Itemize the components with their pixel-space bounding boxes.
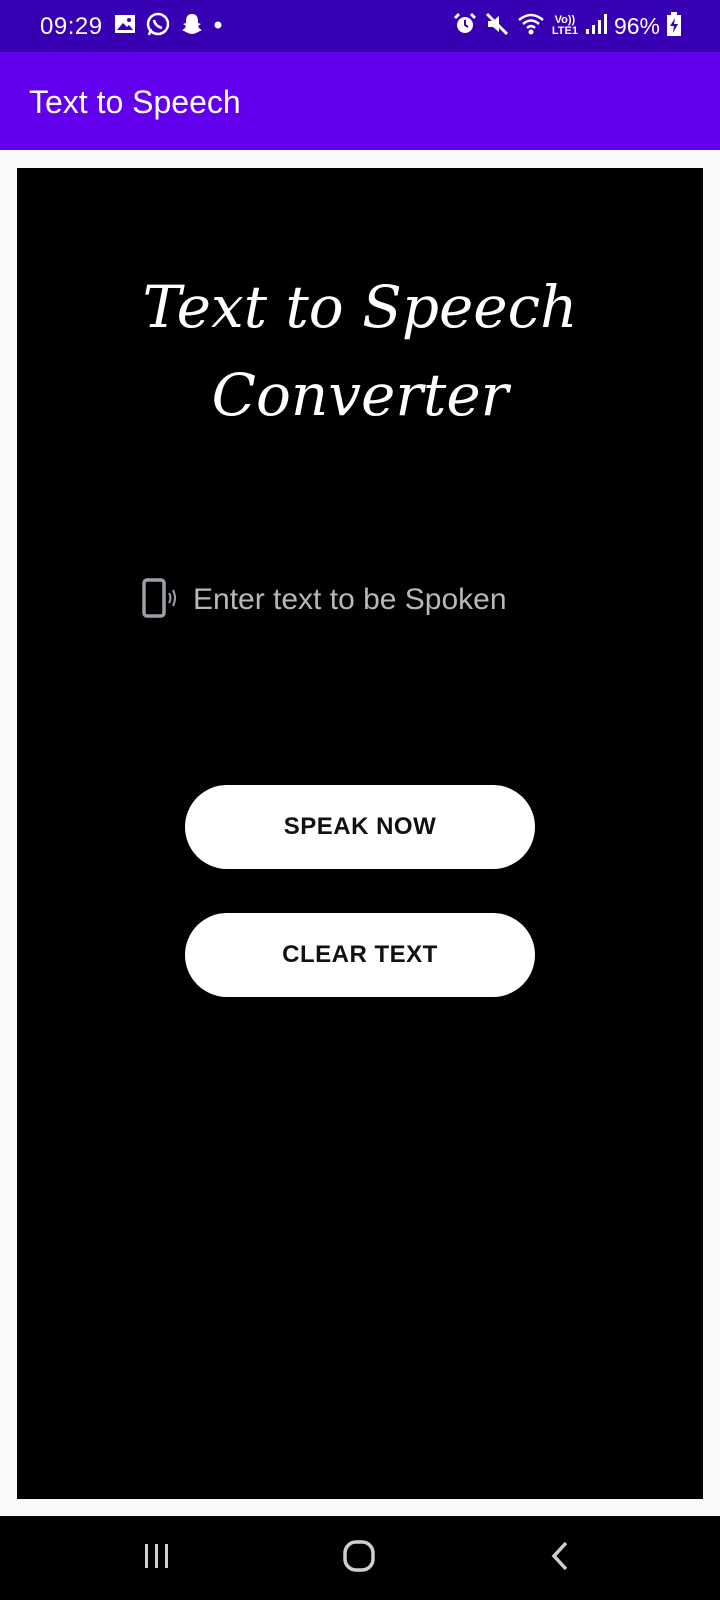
notification-icons (114, 12, 223, 40)
recents-icon (141, 1541, 173, 1576)
hero-title: Text to Speech Converter (17, 263, 703, 439)
home-button[interactable] (329, 1530, 389, 1586)
snapchat-icon (180, 12, 204, 41)
network-label: LTE1 (551, 25, 578, 37)
mute-icon (484, 11, 510, 42)
speak-now-button[interactable]: SPEAK NOW (185, 785, 535, 869)
main-panel: Text to Speech Converter SPEAK NOW CLEAR… (17, 168, 703, 1499)
signal-icon (584, 12, 608, 41)
phone-speaker-icon (141, 577, 181, 623)
volte-icon: Vo)) LTE1 (552, 15, 578, 37)
back-button[interactable] (530, 1530, 590, 1586)
back-icon (548, 1539, 572, 1578)
clear-text-button[interactable]: CLEAR TEXT (185, 913, 535, 997)
status-bar: 09:29 Vo)) LTE1 96% (0, 0, 720, 52)
wifi-icon (516, 11, 546, 42)
gallery-icon (114, 13, 136, 40)
battery-icon (666, 11, 682, 42)
battery-percent: 96% (613, 12, 660, 39)
text-input-row[interactable] (141, 577, 581, 623)
home-icon (342, 1539, 376, 1578)
system-icons: Vo)) LTE1 96% (452, 11, 682, 42)
text-to-speak-input[interactable] (193, 583, 581, 617)
recents-button[interactable] (127, 1530, 187, 1586)
whatsapp-icon (145, 11, 171, 42)
system-nav-bar (0, 1516, 720, 1600)
hero-title-line2: Converter (211, 361, 509, 429)
hero-title-line1: Text to Speech (142, 273, 578, 341)
alarm-icon (452, 11, 478, 42)
app-bar: Text to Speech (0, 52, 720, 150)
status-time: 09:29 (40, 13, 103, 40)
app-title: Text to Speech (29, 84, 241, 120)
dot-icon (213, 17, 223, 35)
